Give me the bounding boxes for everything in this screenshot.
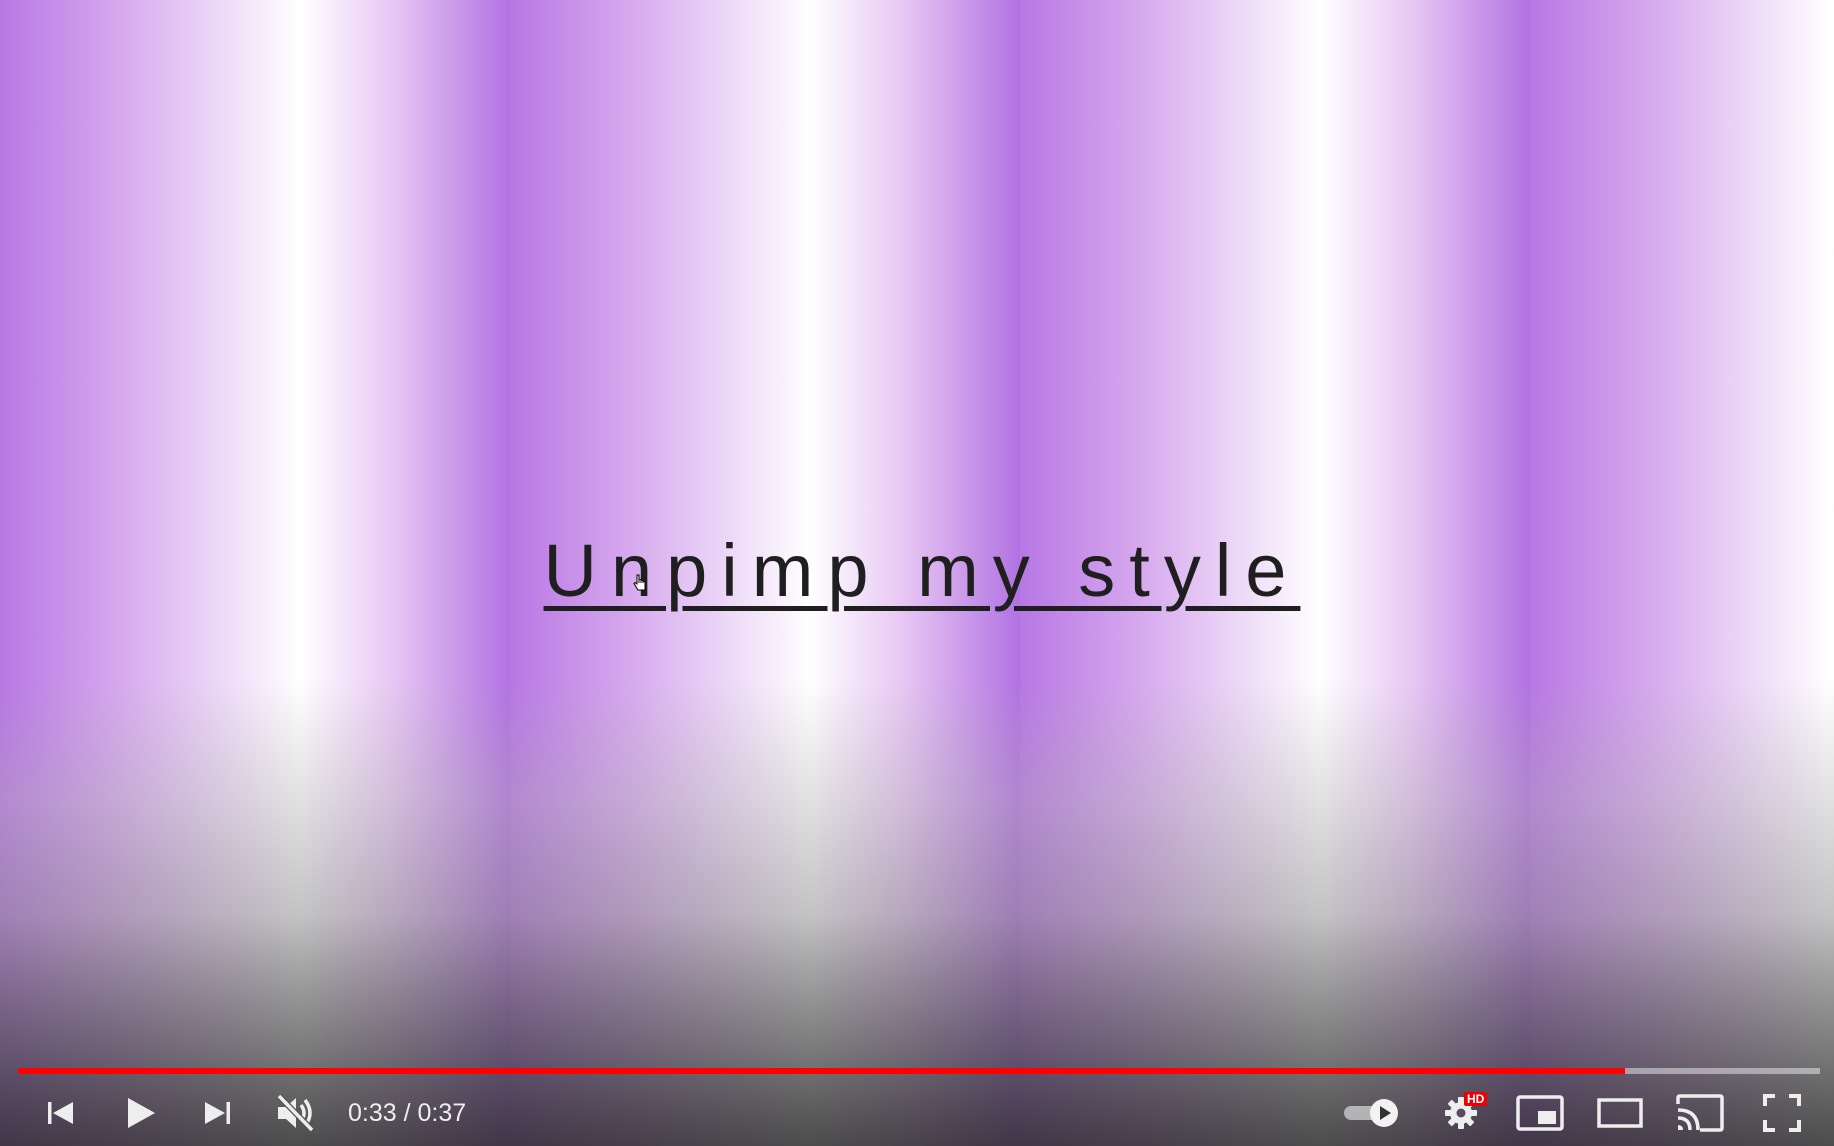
progress-bar[interactable] [18, 1068, 1820, 1074]
hd-badge: HD [1464, 1092, 1488, 1106]
volume-muted-icon [276, 1093, 315, 1133]
skip-next-icon [205, 1102, 230, 1124]
miniplayer-icon [1516, 1095, 1564, 1131]
volume-button[interactable] [270, 1090, 320, 1136]
previous-button[interactable] [38, 1090, 82, 1136]
autoplay-toggle-icon [1344, 1099, 1398, 1127]
fullscreen-icon [1763, 1094, 1801, 1132]
settings-button[interactable]: HD [1436, 1090, 1488, 1136]
autoplay-toggle[interactable] [1340, 1090, 1402, 1136]
cast-icon [1676, 1094, 1724, 1132]
time-display: 0:33 / 0:37 [348, 1099, 467, 1127]
play-button[interactable] [114, 1090, 166, 1136]
player-controls: 0:33 / 0:37 HD [0, 1090, 1834, 1136]
next-button[interactable] [196, 1090, 240, 1136]
progress-played [18, 1068, 1626, 1074]
fullscreen-button[interactable] [1756, 1090, 1808, 1136]
skip-previous-icon [48, 1102, 73, 1124]
hand-cursor-icon [633, 574, 646, 591]
theater-mode-button[interactable] [1594, 1090, 1646, 1136]
video-title-text: Unpimp my style [543, 529, 1301, 612]
theater-mode-icon [1597, 1098, 1643, 1128]
play-icon [128, 1098, 155, 1128]
video-player[interactable]: Unpimp my style 0:33 / 0:37 HD [0, 0, 1834, 1146]
miniplayer-button[interactable] [1514, 1090, 1566, 1136]
cast-button[interactable] [1672, 1090, 1728, 1136]
